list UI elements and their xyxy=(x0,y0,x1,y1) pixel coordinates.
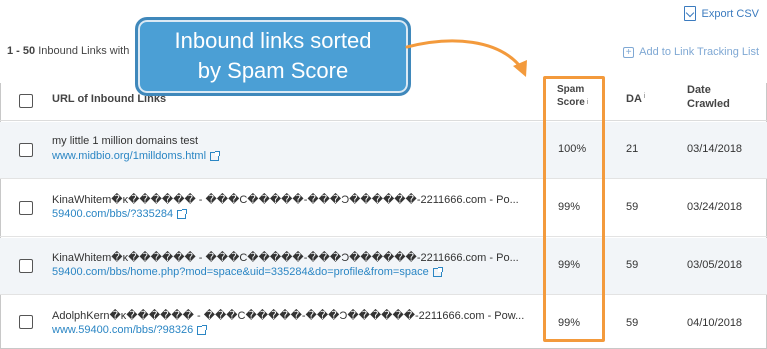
link-url-text[interactable]: 59400.com/bbs/?335284 xyxy=(52,208,173,220)
column-date-crawled[interactable]: Date Crawled xyxy=(687,83,730,111)
spam-score-highlight-box xyxy=(543,76,605,342)
table-row: KinaWhitem�κ������ - ���C�����-���Ͻ�����… xyxy=(0,180,767,237)
link-title: AdolphKern�κ������ - ���C�����-���Ͻ�����… xyxy=(52,310,525,322)
add-to-tracking-button[interactable]: + Add to Link Tracking List xyxy=(623,46,759,58)
annotation-callout: Inbound links sorted by Spam Score xyxy=(135,17,411,96)
da-value: 59 xyxy=(626,317,639,329)
link-title: my little 1 million domains test xyxy=(52,135,199,147)
link-url[interactable]: www.midbio.org/1milldoms.html xyxy=(52,150,221,162)
row-checkbox[interactable] xyxy=(19,315,33,329)
column-da-label: DA xyxy=(626,93,642,105)
external-link-icon[interactable] xyxy=(197,324,208,335)
results-range: 1 - 50 Inbound Links with xyxy=(7,45,129,57)
table-row: AdolphKern�κ������ - ���C�����-���Ͻ�����… xyxy=(0,296,767,348)
row-checkbox[interactable] xyxy=(19,201,33,215)
download-file-icon xyxy=(683,6,696,21)
da-value: 59 xyxy=(626,259,639,271)
table-row: my little 1 million domains test www.mid… xyxy=(0,122,767,179)
external-link-icon[interactable] xyxy=(177,208,188,219)
link-url-text[interactable]: www.midbio.org/1milldoms.html xyxy=(52,150,206,162)
select-all-checkbox[interactable] xyxy=(19,94,33,108)
link-url[interactable]: 59400.com/bbs/?335284 xyxy=(52,208,188,220)
link-url-text[interactable]: www.59400.com/bbs/?98326 xyxy=(52,324,193,336)
link-title: KinaWhitem�κ������ - ���C�����-���Ͻ�����… xyxy=(52,194,519,206)
date-crawled-value: 03/05/2018 xyxy=(687,259,743,271)
plus-square-icon: + xyxy=(623,46,635,58)
range-count: 1 - 50 xyxy=(7,45,36,57)
export-csv-button[interactable]: Export CSV xyxy=(683,6,759,21)
da-value: 21 xyxy=(626,143,639,155)
da-value: 59 xyxy=(626,201,639,213)
external-link-icon[interactable] xyxy=(432,266,443,277)
column-da[interactable]: DA i xyxy=(626,93,645,105)
export-csv-label: Export CSV xyxy=(701,7,759,20)
row-checkbox[interactable] xyxy=(19,259,33,273)
annotation-line2: by Spam Score xyxy=(197,58,349,83)
date-crawled-value: 03/24/2018 xyxy=(687,201,743,213)
range-label: Inbound Links with xyxy=(38,45,130,57)
external-link-icon[interactable] xyxy=(210,150,221,161)
date-crawled-value: 04/10/2018 xyxy=(687,317,743,329)
link-url-text[interactable]: 59400.com/bbs/home.php?mod=space&uid=335… xyxy=(52,266,429,278)
table-row: KinaWhitem�κ������ - ���C�����-���Ͻ�����… xyxy=(0,238,767,295)
date-crawled-value: 03/14/2018 xyxy=(687,143,743,155)
info-icon[interactable]: i xyxy=(644,93,646,100)
column-date-line1: Date xyxy=(687,84,711,96)
annotation-line1: Inbound links sorted xyxy=(174,28,372,53)
link-url[interactable]: www.59400.com/bbs/?98326 xyxy=(52,324,208,336)
link-title: KinaWhitem�κ������ - ���C�����-���Ͻ�����… xyxy=(52,252,519,264)
column-date-line2: Crawled xyxy=(687,98,730,110)
link-url[interactable]: 59400.com/bbs/home.php?mod=space&uid=335… xyxy=(52,266,443,278)
row-checkbox[interactable] xyxy=(19,143,33,157)
annotation-arrow xyxy=(405,39,527,77)
add-tracking-label: Add to Link Tracking List xyxy=(639,46,759,58)
